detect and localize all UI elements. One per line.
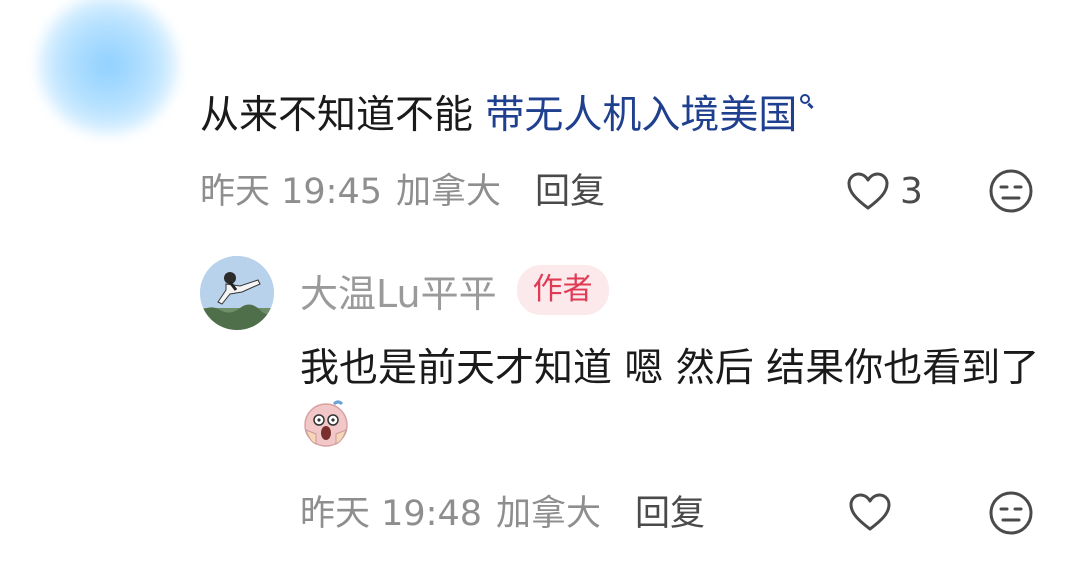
- parent-avatar[interactable]: [38, 0, 178, 135]
- parent-comment-text: 从来不知道不能 带无人机入境美国: [200, 90, 814, 142]
- search-link[interactable]: 带无人机入境美国: [485, 93, 814, 138]
- heart-icon: [847, 172, 889, 210]
- search-link-label: 带无人机入境美国: [485, 93, 798, 138]
- reply-like-button[interactable]: [848, 492, 892, 532]
- reply-avatar[interactable]: [200, 256, 274, 330]
- reply-comment-text: 我也是前天才知道 嗯 然后 结果你也看到了: [300, 340, 1040, 457]
- parent-dislike-button[interactable]: [988, 168, 1034, 214]
- reply-time: 昨天 19:48: [300, 493, 482, 534]
- comment-thread: 从来不知道不能 带无人机入境美国 昨天 19:45 加拿大 回复 3 大温Lu平…: [0, 0, 1080, 565]
- search-icon: [798, 90, 814, 112]
- reply-dislike-button[interactable]: [988, 490, 1034, 536]
- reply-header: 大温Lu平平 作者: [300, 262, 609, 318]
- parent-comment-location: 加拿大: [396, 171, 502, 212]
- author-badge: 作者: [516, 265, 609, 315]
- heart-icon: [849, 493, 891, 531]
- neutral-face-icon: [989, 491, 1033, 535]
- avatar-image: [200, 256, 274, 330]
- reply-username[interactable]: 大温Lu平平: [300, 263, 497, 318]
- reply-reply-button[interactable]: 回复: [635, 485, 705, 536]
- like-count: 3: [900, 170, 923, 212]
- parent-comment-time: 昨天 19:45: [200, 171, 382, 212]
- parent-comment-meta: 昨天 19:45 加拿大 回复: [200, 163, 605, 213]
- reply-location: 加拿大: [496, 493, 602, 534]
- reply-comment-body: 我也是前天才知道 嗯 然后 结果你也看到了: [300, 346, 1040, 391]
- neutral-face-icon: [989, 169, 1033, 213]
- parent-like-button[interactable]: 3: [846, 166, 923, 216]
- scream-emoji-icon: [304, 400, 348, 447]
- parent-comment-body: 从来不知道不能: [200, 93, 486, 138]
- parent-reply-button[interactable]: 回复: [535, 163, 605, 214]
- reply-meta: 昨天 19:48 加拿大 回复: [300, 485, 705, 535]
